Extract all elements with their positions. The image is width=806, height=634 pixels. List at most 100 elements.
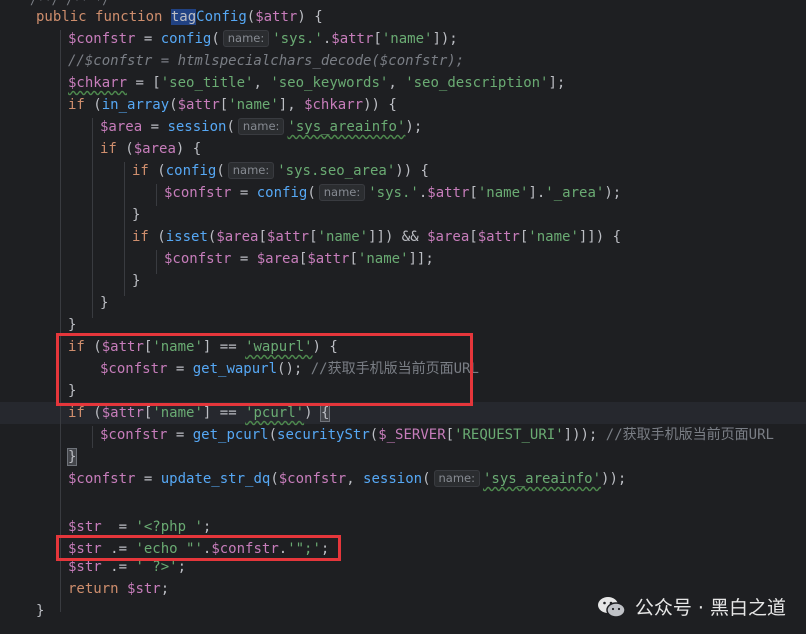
code-token: = xyxy=(135,471,161,487)
parameter-hint: name: xyxy=(318,184,366,201)
code-token: get_wapurl xyxy=(192,361,278,377)
code-token: $confstr xyxy=(100,361,168,377)
code-line[interactable]: $area = session(name:'sys_areainfo'); xyxy=(0,116,806,138)
code-token: $confstr xyxy=(68,471,136,487)
code-token: $chkarr xyxy=(68,75,128,91)
code-token: ])); xyxy=(563,427,606,443)
code-token: ]. xyxy=(528,185,546,201)
indent-guide xyxy=(156,250,157,274)
code-line[interactable]: $confstr = $area[$attr['name']]; xyxy=(0,248,806,270)
code-token: $area xyxy=(256,251,299,267)
code-token: 'name' xyxy=(381,31,433,47)
code-line[interactable]: public function tagConfig($attr) { xyxy=(0,6,806,28)
code-token: 'seo_title' xyxy=(160,75,254,91)
code-token: 'sys.' xyxy=(272,31,323,47)
code-token: $str xyxy=(68,519,102,535)
code-token: 'name' xyxy=(357,251,409,267)
code-token: if xyxy=(132,163,158,179)
code-token: . xyxy=(278,541,288,557)
indent-guide xyxy=(60,30,61,612)
code-token: $_SERVER xyxy=(378,427,446,443)
code-token: )) { xyxy=(363,97,397,113)
code-token: ], xyxy=(278,97,305,113)
wechat-icon xyxy=(597,595,627,619)
code-token: Config xyxy=(196,9,247,25)
code-token: session xyxy=(167,119,227,135)
code-token: ) xyxy=(304,405,321,421)
code-token: ]; xyxy=(548,75,566,91)
code-token: $confstr xyxy=(278,471,347,487)
code-token: 'sys_areainfo' xyxy=(483,471,602,487)
code-token: $confstr xyxy=(100,427,168,443)
code-token: ) { xyxy=(312,339,338,355)
code-token: $attr xyxy=(177,97,220,113)
code-token: ( xyxy=(157,163,166,179)
code-line[interactable]: } xyxy=(0,292,806,314)
code-token: if xyxy=(132,229,158,245)
code-line[interactable]: if ($attr['name'] == 'pcurl') { xyxy=(0,402,806,424)
code-token: '";' xyxy=(287,541,321,557)
code-token: $str xyxy=(127,581,161,597)
code-token: } xyxy=(132,207,141,223)
code-line[interactable]: $confstr = get_wapurl(); //获取手机版当前页面URL xyxy=(0,358,806,380)
code-line[interactable]: $confstr = get_pcurl(securityStr($_SERVE… xyxy=(0,424,806,446)
code-line[interactable]: //$confstr = htmlspecialchars_decode($co… xyxy=(0,50,806,72)
code-token: ]]; xyxy=(408,251,434,267)
code-line[interactable]: } xyxy=(0,204,806,226)
code-token: if xyxy=(100,141,126,157)
code-line[interactable]: } xyxy=(0,380,806,402)
code-token: $attr xyxy=(477,229,520,245)
code-line[interactable]: $chkarr = ['seo_title', 'seo_keywords', … xyxy=(0,72,806,94)
code-token: config xyxy=(256,185,308,201)
code-line[interactable]: $confstr = config(name:'sys.'.$attr['nam… xyxy=(0,182,806,204)
code-token: public xyxy=(36,9,96,25)
parameter-hint: name: xyxy=(433,470,480,487)
code-line[interactable]: } xyxy=(0,270,806,292)
code-token: = xyxy=(167,361,193,377)
code-line[interactable]: $str .= ' ?>'; xyxy=(0,556,806,578)
code-token: $confstr xyxy=(164,185,232,201)
indent-guide xyxy=(92,118,93,318)
code-token: [ xyxy=(309,229,318,245)
code-token: //获取手机版当前页面URL xyxy=(310,361,479,377)
code-line[interactable]: $confstr = update_str_dq($confstr, sessi… xyxy=(0,468,806,490)
code-token: , xyxy=(388,75,406,91)
code-editor[interactable]: /**/ /** */ public function tagConfig($a… xyxy=(0,0,806,634)
code-token: ; xyxy=(160,581,170,597)
code-token: 'name' xyxy=(152,405,203,421)
code-line[interactable]: if (isset($area[$attr['name']]) && $area… xyxy=(0,226,806,248)
code-token: = xyxy=(231,251,257,267)
code-line[interactable]: if ($area) { xyxy=(0,138,806,160)
code-token: } xyxy=(36,603,45,619)
code-token: = xyxy=(101,519,136,535)
code-token: ( xyxy=(93,405,102,421)
code-token: . xyxy=(322,31,332,47)
code-line[interactable]: } xyxy=(0,314,806,336)
code-token: 'sys.' xyxy=(368,185,419,201)
code-token: 'name' xyxy=(477,185,529,201)
code-token: $attr xyxy=(101,405,144,421)
code-token: ; xyxy=(320,541,330,557)
code-token: in_array xyxy=(101,97,170,113)
code-line[interactable]: $str = '<?php '; xyxy=(0,516,806,538)
code-token: session xyxy=(363,471,423,487)
code-line[interactable]: } xyxy=(0,446,806,468)
code-token: = [ xyxy=(127,75,161,91)
selected-text: tag xyxy=(170,9,197,25)
code-token: ( xyxy=(93,97,102,113)
code-line[interactable]: if (config(name:'sys.seo_area')) { xyxy=(0,160,806,182)
code-token: ]); xyxy=(432,31,458,47)
code-line[interactable]: if (in_array($attr['name'], $chkarr)) { xyxy=(0,94,806,116)
code-token: ; xyxy=(177,559,187,575)
code-token: [ xyxy=(445,427,455,443)
code-token: .= xyxy=(101,541,136,557)
code-token: 'echo "' xyxy=(135,541,203,557)
code-line[interactable] xyxy=(0,490,806,512)
code-token: 'sys_areainfo' xyxy=(287,119,406,135)
code-line[interactable]: if ($attr['name'] == 'wapurl') { xyxy=(0,336,806,358)
parameter-hint: name: xyxy=(227,162,275,179)
code-token: ( xyxy=(226,119,235,135)
code-line[interactable]: $confstr = config(name:'sys.'.$attr['nam… xyxy=(0,28,806,50)
code-token: $area xyxy=(216,229,259,245)
code-token: ( xyxy=(157,229,166,245)
